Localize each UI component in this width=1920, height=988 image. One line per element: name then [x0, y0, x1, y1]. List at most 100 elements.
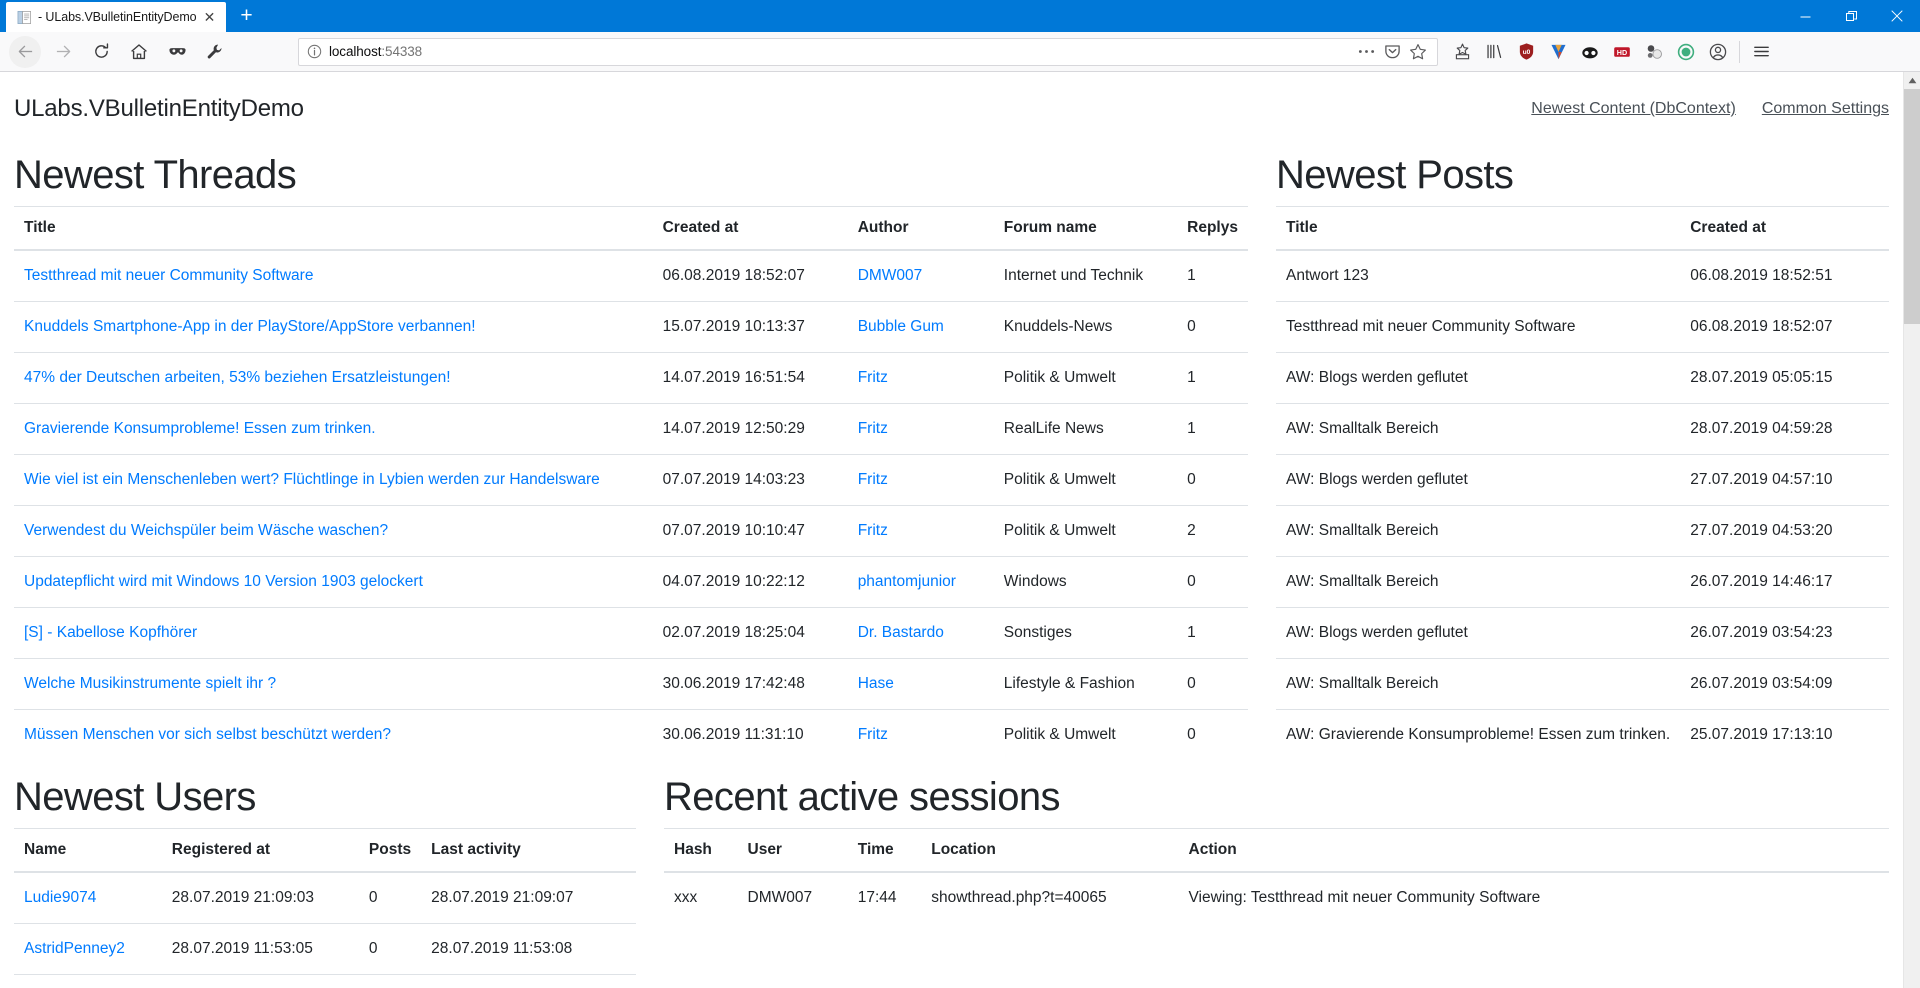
recent-sessions-heading: Recent active sessions [664, 775, 1060, 819]
newest-threads-section: Newest Threads Title Created at Author F… [14, 138, 1276, 760]
home-icon[interactable] [123, 36, 155, 68]
author-link[interactable]: Fritz [858, 522, 888, 539]
cell-title: Knuddels Smartphone-App in der PlayStore… [14, 301, 653, 353]
site-info-icon[interactable] [305, 43, 323, 61]
pocket-icon[interactable] [1379, 40, 1405, 64]
more-dots-icon[interactable] [1353, 40, 1379, 64]
cell-author: Fritz [847, 709, 994, 760]
wrench-icon[interactable] [199, 36, 231, 68]
new-tab-button[interactable]: + [228, 2, 264, 32]
newest-users-heading: Newest Users [14, 775, 256, 819]
library-icon[interactable] [1478, 36, 1510, 68]
bookmark-star-icon[interactable] [1405, 40, 1431, 64]
address-bar[interactable]: localhost:54338 [298, 37, 1438, 66]
account-icon[interactable] [1702, 36, 1734, 68]
cell-replys: 0 [1177, 454, 1248, 506]
newest-posts-section: Newest Posts Title Created at Antwort 12… [1276, 138, 1889, 760]
close-tab-icon[interactable]: ✕ [200, 8, 218, 26]
cell-replys: 0 [1177, 658, 1248, 710]
cell-author: Fritz [847, 505, 994, 557]
ublock-origin-icon[interactable]: u0 [1510, 36, 1542, 68]
thread-link[interactable]: Updatepflicht wird mit Windows 10 Versio… [24, 573, 423, 590]
scrollbar-thumb[interactable] [1904, 89, 1920, 324]
green-orb-icon[interactable] [1670, 36, 1702, 68]
table-row: Müssen Menschen vor sich selbst beschütz… [14, 709, 1248, 760]
author-link[interactable]: DMW007 [858, 267, 923, 284]
screenshot-icon[interactable] [1446, 36, 1478, 68]
browser-tab[interactable]: - ULabs.VBulletinEntityDemo ✕ [6, 2, 227, 32]
table-body: Testthread mit neuer Community Software … [14, 249, 1248, 760]
cell-title: AW: Smalltalk Bereich [1276, 556, 1681, 608]
table-row: Wie viel ist ein Menschenleben wert? Flü… [14, 454, 1248, 506]
hd-video-icon[interactable]: HD [1606, 36, 1638, 68]
navigation-toolbar: localhost:54338 u0 HD [0, 32, 1920, 72]
col-header-created-at: Created at [652, 206, 848, 251]
table-row: AstridPenney2 28.07.2019 11:53:05 0 28.0… [14, 923, 636, 975]
author-link[interactable]: Fritz [858, 726, 888, 743]
page-scrollbar[interactable] [1903, 72, 1920, 988]
author-link[interactable]: Dr. Bastardo [858, 624, 944, 641]
nav-link-newest-content[interactable]: Newest Content (DbContext) [1531, 100, 1736, 118]
hamburger-menu-icon[interactable] [1745, 36, 1777, 68]
table-row: AW: Smalltalk Bereich 27.07.2019 04:53:2… [1276, 505, 1889, 557]
cell-last-activity: 28.07.2019 21:09:07 [421, 871, 636, 924]
minimize-button[interactable] [1782, 0, 1828, 32]
vimium-icon[interactable] [1542, 36, 1574, 68]
thread-link[interactable]: Testthread mit neuer Community Software [24, 267, 313, 284]
cell-replys: 1 [1177, 403, 1248, 455]
author-link[interactable]: phantomjunior [858, 573, 956, 590]
thread-link[interactable]: Wie viel ist ein Menschenleben wert? Flü… [24, 471, 600, 488]
scroll-up-arrow-icon[interactable] [1904, 72, 1920, 89]
thread-link[interactable]: Gravierende Konsumprobleme! Essen zum tr… [24, 420, 376, 437]
cell-created-at: 27.07.2019 04:57:10 [1680, 454, 1889, 506]
restore-button[interactable] [1828, 0, 1874, 32]
darkreader-icon[interactable] [1574, 36, 1606, 68]
user-link[interactable]: Ludie9074 [24, 889, 96, 906]
author-link[interactable]: Bubble Gum [858, 318, 944, 335]
cell-created-at: 26.07.2019 03:54:23 [1680, 607, 1889, 659]
col-header-title: Title [1276, 206, 1681, 251]
cell-posts: 0 [358, 923, 422, 975]
cell-forum-name: Internet und Technik [993, 249, 1178, 302]
cell-name: Ludie9074 [14, 871, 162, 924]
thread-link[interactable]: [S] - Kabellose Kopfhörer [24, 624, 197, 641]
back-arrow-icon[interactable] [9, 35, 41, 68]
user-link[interactable]: AstridPenney2 [24, 940, 125, 957]
cell-created-at: 30.06.2019 11:31:10 [652, 709, 848, 760]
cell-registered-at: 28.07.2019 11:53:05 [161, 923, 359, 975]
newest-threads-table: Title Created at Author Forum name Reply… [14, 206, 1248, 760]
newest-users-table: Name Registered at Posts Last activity L… [14, 828, 636, 988]
cell-replys: 2 [1177, 505, 1248, 557]
author-link[interactable]: Hase [858, 675, 894, 692]
author-link[interactable]: Fritz [858, 369, 888, 386]
table-row: Verwendest du Weichspüler beim Wäsche wa… [14, 505, 1248, 557]
table-header-row: Hash User Time Location Action [664, 828, 1889, 873]
author-link[interactable]: Fritz [858, 471, 888, 488]
cell-replys: 0 [1177, 301, 1248, 353]
thread-link[interactable]: Müssen Menschen vor sich selbst beschütz… [24, 726, 391, 743]
cell-created-at: 06.08.2019 18:52:07 [652, 249, 848, 302]
url-text: localhost:54338 [329, 44, 422, 59]
mask-icon[interactable] [161, 36, 193, 68]
newest-users-section: Newest Users Name Registered at Posts La… [14, 760, 664, 988]
thread-link[interactable]: Verwendest du Weichspüler beim Wäsche wa… [24, 522, 388, 539]
newest-posts-heading: Newest Posts [1276, 153, 1514, 197]
table-row: Antwort 123 06.08.2019 18:52:51 [1276, 249, 1889, 302]
page-viewport: ULabs.VBulletinEntityDemo Newest Content… [0, 72, 1920, 988]
thread-link[interactable]: Knuddels Smartphone-App in der PlayStore… [24, 318, 476, 335]
reload-icon[interactable] [85, 36, 117, 68]
table-head: Title Created at Author Forum name Reply… [14, 206, 1248, 251]
author-link[interactable]: Fritz [858, 420, 888, 437]
nav-link-common-settings[interactable]: Common Settings [1762, 100, 1889, 118]
site-brand[interactable]: ULabs.VBulletinEntityDemo [14, 95, 304, 123]
table-row: Ludie9074 28.07.2019 21:09:03 0 28.07.20… [14, 871, 636, 924]
cell-title: Testthread mit neuer Community Software [14, 249, 653, 302]
table-row: xxx DMW007 17:44 showthread.php?t=40065 … [664, 871, 1889, 923]
cell-last-activity: 28.07.2019 11:53:08 [421, 923, 636, 975]
thread-link[interactable]: Welche Musikinstrumente spielt ihr ? [24, 675, 276, 692]
thread-link[interactable]: 47% der Deutschen arbeiten, 53% beziehen… [24, 369, 451, 386]
forward-arrow-icon[interactable] [47, 36, 79, 68]
close-window-button[interactable] [1874, 0, 1920, 32]
cell-author: Fritz [847, 403, 994, 455]
molecule-icon[interactable] [1638, 36, 1670, 68]
